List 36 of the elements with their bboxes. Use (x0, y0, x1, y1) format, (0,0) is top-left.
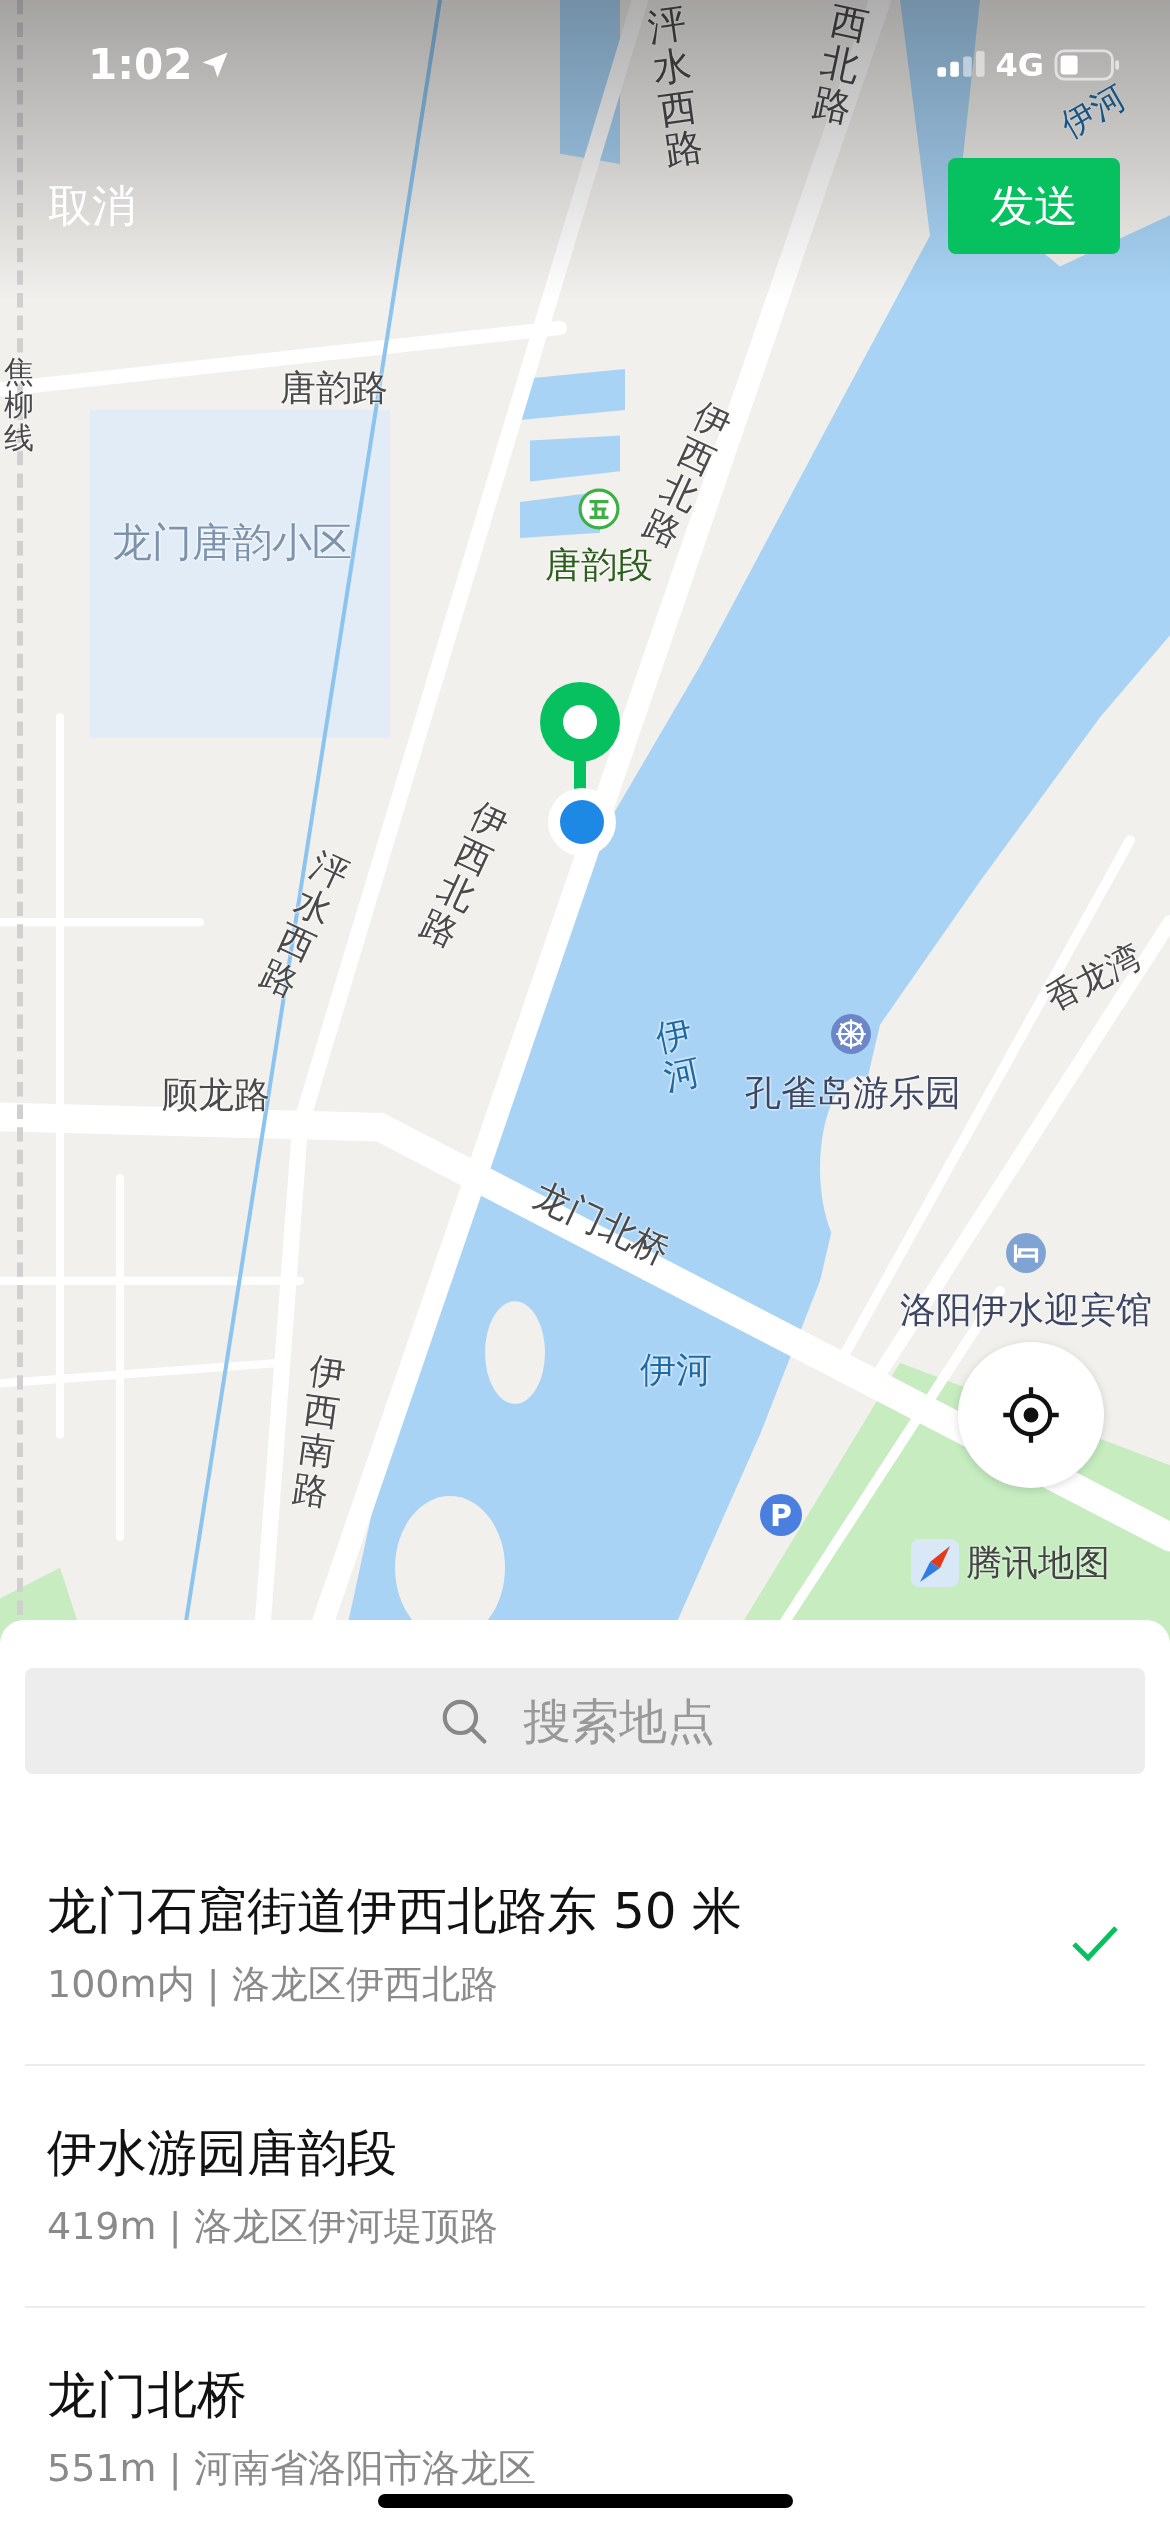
map-label: 伊西南路 (289, 1350, 348, 1512)
ferris-wheel-icon (830, 1013, 872, 1055)
battery-icon (1054, 48, 1120, 81)
map-attribution: 腾讯地图 (966, 1540, 1110, 1585)
place-detail: 100m内 | 洛龙区伊西北路 (47, 1961, 499, 2009)
search-field[interactable]: 搜索地点 (25, 1668, 1145, 1774)
map-label: 香龙湾 (1040, 937, 1148, 1018)
compass-logo-icon (910, 1538, 960, 1588)
map-label: 伊河 (1055, 78, 1133, 145)
place-item[interactable]: 伊水游园唐韵段 419m | 洛龙区伊河堤顶路 (25, 2066, 1145, 2308)
bed-icon (1005, 1232, 1047, 1274)
park-icon (578, 488, 620, 530)
map-label: 龙门唐韵小区 (112, 520, 352, 564)
map-label: 洛阳伊水迎宾馆 (900, 1290, 1152, 1330)
place-item[interactable]: 龙门石窟街道伊西北路东 50 米 100m内 | 洛龙区伊西北路 (25, 1824, 1145, 2066)
signal-icon (937, 49, 986, 80)
map-label: 西北路 (808, 0, 873, 131)
place-detail: 419m | 洛龙区伊河堤顶路 (47, 2203, 498, 2251)
map-label: 顾龙路 (162, 1075, 270, 1115)
map-label: 龙门北桥 (528, 1175, 676, 1272)
map-label: 伊河 (652, 1012, 704, 1098)
map-label: 唐韵段 (545, 545, 653, 585)
place-detail: 551m | 河南省洛阳市洛龙区 (47, 2445, 536, 2493)
map-label: 孔雀岛游乐园 (745, 1073, 961, 1113)
map-label: 焦柳线 (4, 355, 34, 454)
map-label: 泙水西路 (645, 2, 706, 174)
search-icon (440, 1697, 488, 1745)
place-name: 龙门石窟街道伊西北路东 50 米 (47, 1881, 743, 1942)
place-name: 伊水游园唐韵段 (47, 2123, 398, 2184)
place-item[interactable]: 龙门北桥 551m | 河南省洛阳市洛龙区 (25, 2308, 1145, 2532)
place-name: 龙门北桥 (47, 2365, 248, 2426)
status-time: 1:02 (88, 40, 193, 89)
map-label: 泙水西路 (255, 845, 355, 1004)
map-label: 伊河 (640, 1350, 712, 1390)
map-label: 伊西北路 (415, 795, 515, 954)
network-type: 4G (995, 45, 1044, 84)
